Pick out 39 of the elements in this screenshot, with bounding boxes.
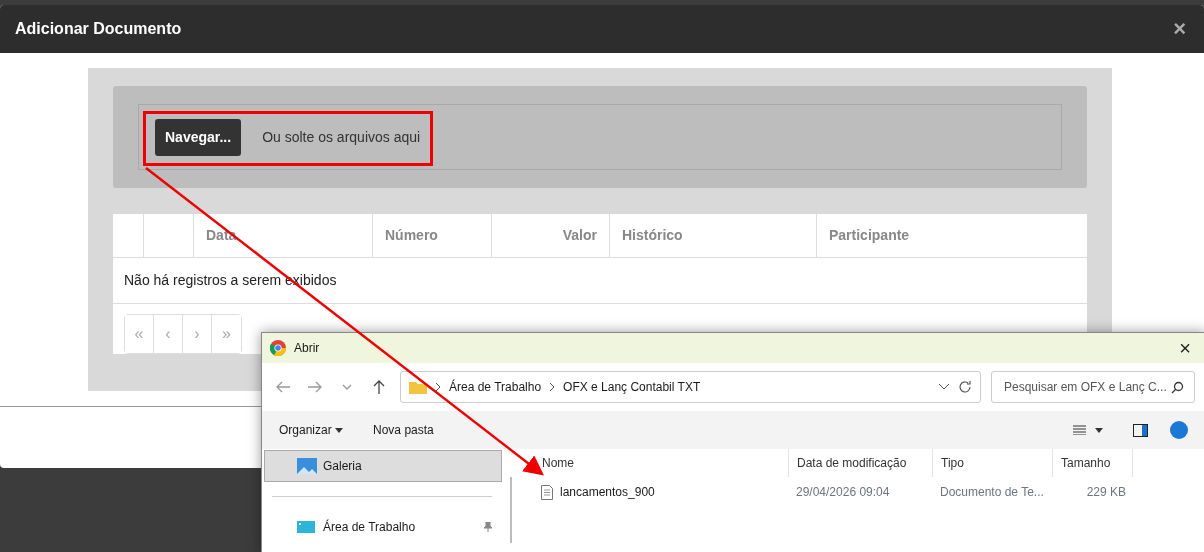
close-button[interactable]: × — [1173, 338, 1197, 358]
file-date: 29/04/2026 09:04 — [795, 484, 891, 501]
close-button[interactable]: × — [1173, 18, 1186, 40]
preview-pane-icon — [1133, 423, 1148, 437]
chevron-right-icon — [549, 382, 556, 392]
gallery-icon — [297, 458, 317, 474]
file-name[interactable]: lancamentos_900 — [560, 483, 655, 501]
dialog-title: Abrir — [294, 340, 320, 357]
refresh-icon — [958, 380, 972, 394]
column-header[interactable]: Tamanho — [1053, 449, 1133, 477]
column-header[interactable]: Nome — [534, 449, 789, 477]
address-bar[interactable]: Área de Trabalho OFX e Lanç Contabil TXT — [400, 371, 981, 403]
folder-icon — [409, 380, 427, 394]
column-header[interactable]: Tipo — [933, 449, 1053, 477]
browse-button[interactable]: Navegar... — [155, 118, 242, 156]
search-icon — [1171, 380, 1184, 394]
chevron-down-icon — [938, 383, 950, 391]
file-type: Documento de Te... — [939, 484, 1045, 501]
column-header: Valor — [492, 214, 610, 257]
drop-hint: Ou solte os arquivos aqui — [262, 127, 421, 147]
column-header: Histórico — [610, 214, 817, 257]
column-header[interactable]: Data de modificação — [789, 449, 933, 477]
browser-logo-icon — [270, 340, 286, 356]
breadcrumb-item[interactable]: Área de Trabalho — [449, 378, 542, 396]
chevron-right-icon — [435, 382, 441, 392]
modal-title: Adicionar Documento — [15, 19, 182, 39]
nav-pane-item[interactable]: Área de Trabalho — [264, 511, 502, 543]
desktop-icon — [297, 519, 317, 535]
file-size: 229 KB — [1085, 484, 1127, 501]
view-list-icon — [1073, 425, 1103, 435]
text-file-icon — [541, 484, 553, 500]
toolbar-button[interactable]: Nova pasta — [373, 421, 434, 439]
breadcrumb-item[interactable]: OFX e Lanç Contabil TXT — [563, 378, 701, 396]
caret-icon — [335, 428, 344, 434]
search-box[interactable]: Pesquisar em OFX e Lanç C... — [991, 371, 1195, 403]
organize-menu[interactable]: Organizar — [279, 421, 344, 439]
nav-pane-item[interactable]: Galeria — [264, 450, 502, 482]
column-header: Número — [373, 214, 492, 257]
column-header: Participante — [828, 226, 911, 245]
